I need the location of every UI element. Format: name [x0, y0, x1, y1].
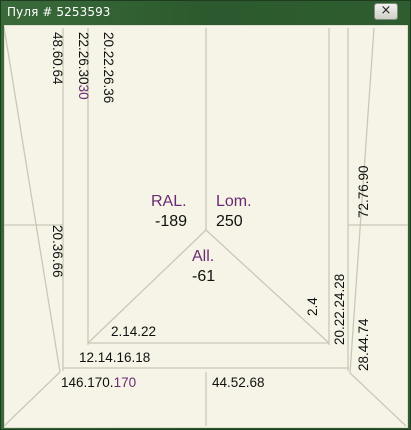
right-pool-outer-lower: 28.44.74: [356, 318, 371, 371]
score-board: 48.60.64 20.36.66 22.26.3030 20.22.26.36…: [4, 25, 408, 428]
left-pool-middle-accent: 30: [76, 85, 91, 100]
close-icon: ×: [380, 3, 392, 18]
left-pool-outer: 48.60.64: [50, 32, 65, 85]
right-player-name: Lom.: [216, 193, 252, 210]
left-player-score: -189: [155, 213, 187, 230]
left-pool-middle-main: 22.26.30: [76, 32, 91, 85]
bottom-player-score: -61: [192, 268, 215, 285]
right-pool-outer-upper: 72.76.90: [356, 165, 371, 218]
bottom-pool-outer-right: 44.52.68: [212, 375, 265, 390]
pool-window: Пуля # 5253593 × 48.60.64 20.36.66 22.26…: [0, 0, 411, 430]
close-button[interactable]: ×: [374, 3, 398, 20]
bottom-pool-inner: 2.14.22: [111, 324, 156, 339]
left-pool-middle: 22.26.3030: [76, 32, 91, 100]
window-title: Пуля # 5253593: [7, 5, 111, 19]
bottom-pool-middle: 12.14.16.18: [79, 350, 150, 365]
bottom-pool-outer-left-main: 146.170.: [61, 375, 114, 390]
right-pool-inner: 2.4: [305, 297, 320, 316]
bottom-pool-outer-left-accent: 170: [114, 375, 137, 390]
left-pool-inner: 20.22.26.36: [101, 32, 116, 103]
right-pool-middle: 20.22.24.28: [332, 274, 347, 345]
left-pool-outer-lower: 20.36.66: [50, 225, 65, 278]
bottom-player-name: All.: [192, 248, 214, 265]
title-bar[interactable]: Пуля # 5253593 ×: [1, 1, 410, 23]
right-player-score: 250: [216, 213, 243, 230]
left-player-name: RAL.: [151, 193, 187, 210]
bottom-pool-outer-left: 146.170.170: [61, 375, 136, 390]
